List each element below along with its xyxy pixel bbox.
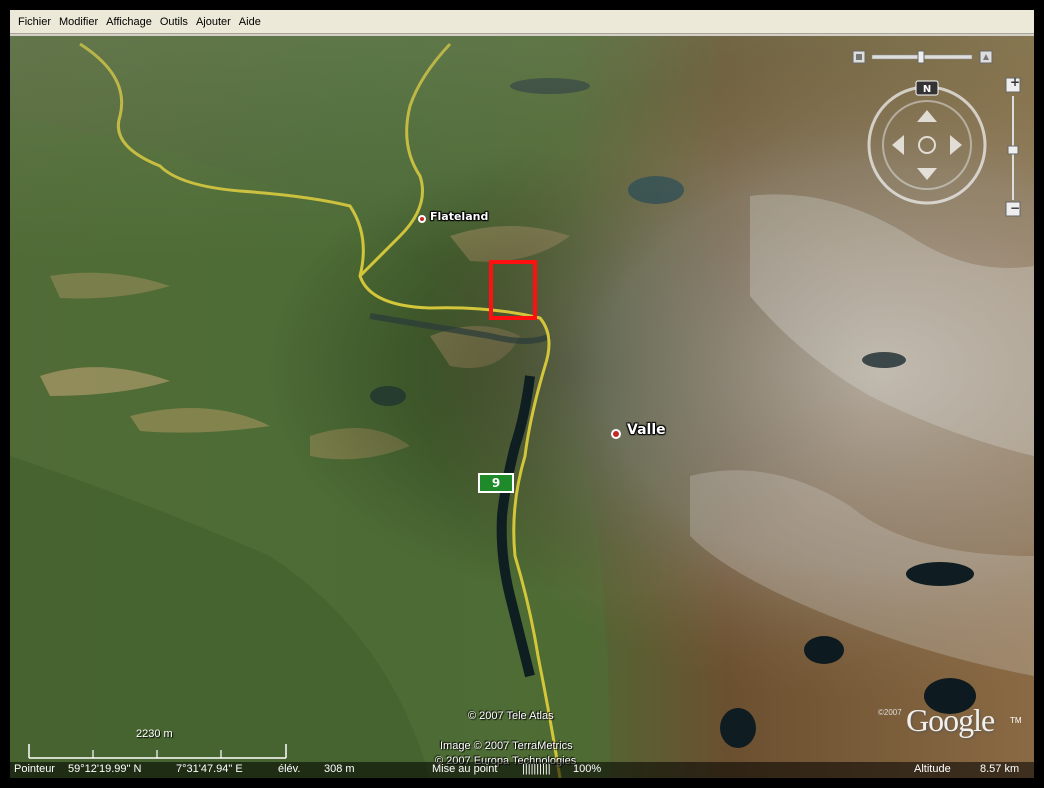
google-logo-tm: TM — [1010, 716, 1022, 725]
pointer-longitude: 7°31'47.94" E — [176, 763, 243, 775]
place-label-valle[interactable]: Valle — [627, 422, 666, 438]
flateland-marker-icon[interactable] — [418, 215, 426, 223]
altitude-value: 8.57 km — [980, 763, 1020, 775]
altitude-label: Altitude — [914, 763, 951, 775]
app-window: Fichier Modifier Affichage Outils Ajoute… — [10, 10, 1034, 778]
tilt-slider[interactable] — [850, 48, 998, 66]
map-3d-view[interactable]: Flateland Valle 9 N + − © 2007 Tele Atla… — [10, 36, 1034, 778]
zoom-in-icon[interactable]: + — [1008, 75, 1022, 89]
navigation-compass[interactable]: N — [862, 80, 992, 210]
credit-tele-atlas: © 2007 Tele Atlas — [468, 710, 554, 722]
compass-north-label: N — [923, 84, 931, 95]
google-logo: Google — [906, 702, 995, 738]
menu-add[interactable]: Ajouter — [192, 14, 235, 30]
streaming-percent: 100% — [573, 763, 602, 775]
pointer-label: Pointeur — [14, 763, 55, 775]
menu-file[interactable]: Fichier — [14, 14, 55, 30]
credit-terrametrics: Image © 2007 TerraMetrics — [440, 740, 573, 752]
menu-bar: Fichier Modifier Affichage Outils Ajoute… — [10, 10, 1034, 34]
zoom-slider[interactable] — [1004, 76, 1022, 218]
menu-tools[interactable]: Outils — [156, 14, 192, 30]
scale-bar — [28, 744, 287, 759]
status-bar: Pointeur 59°12'19.99" N 7°31'47.94" E él… — [10, 762, 1034, 778]
place-label-flateland[interactable]: Flateland — [430, 210, 488, 223]
pointer-latitude: 59°12'19.99" N — [68, 763, 142, 775]
elevation-value: 308 m — [324, 763, 355, 775]
menu-view[interactable]: Affichage — [102, 14, 156, 30]
streaming-label: Mise au point — [432, 763, 498, 775]
menu-edit[interactable]: Modifier — [55, 14, 102, 30]
route-9-shield: 9 — [478, 473, 514, 493]
zoom-out-icon[interactable]: − — [1008, 201, 1022, 215]
streaming-progress-bars: |||||||||| — [522, 763, 551, 775]
logo-year: ©2007 — [878, 708, 902, 717]
valle-marker-icon[interactable] — [611, 429, 621, 439]
elevation-label: élév. — [278, 763, 301, 775]
highlight-box — [489, 260, 537, 320]
menu-help[interactable]: Aide — [235, 14, 265, 30]
